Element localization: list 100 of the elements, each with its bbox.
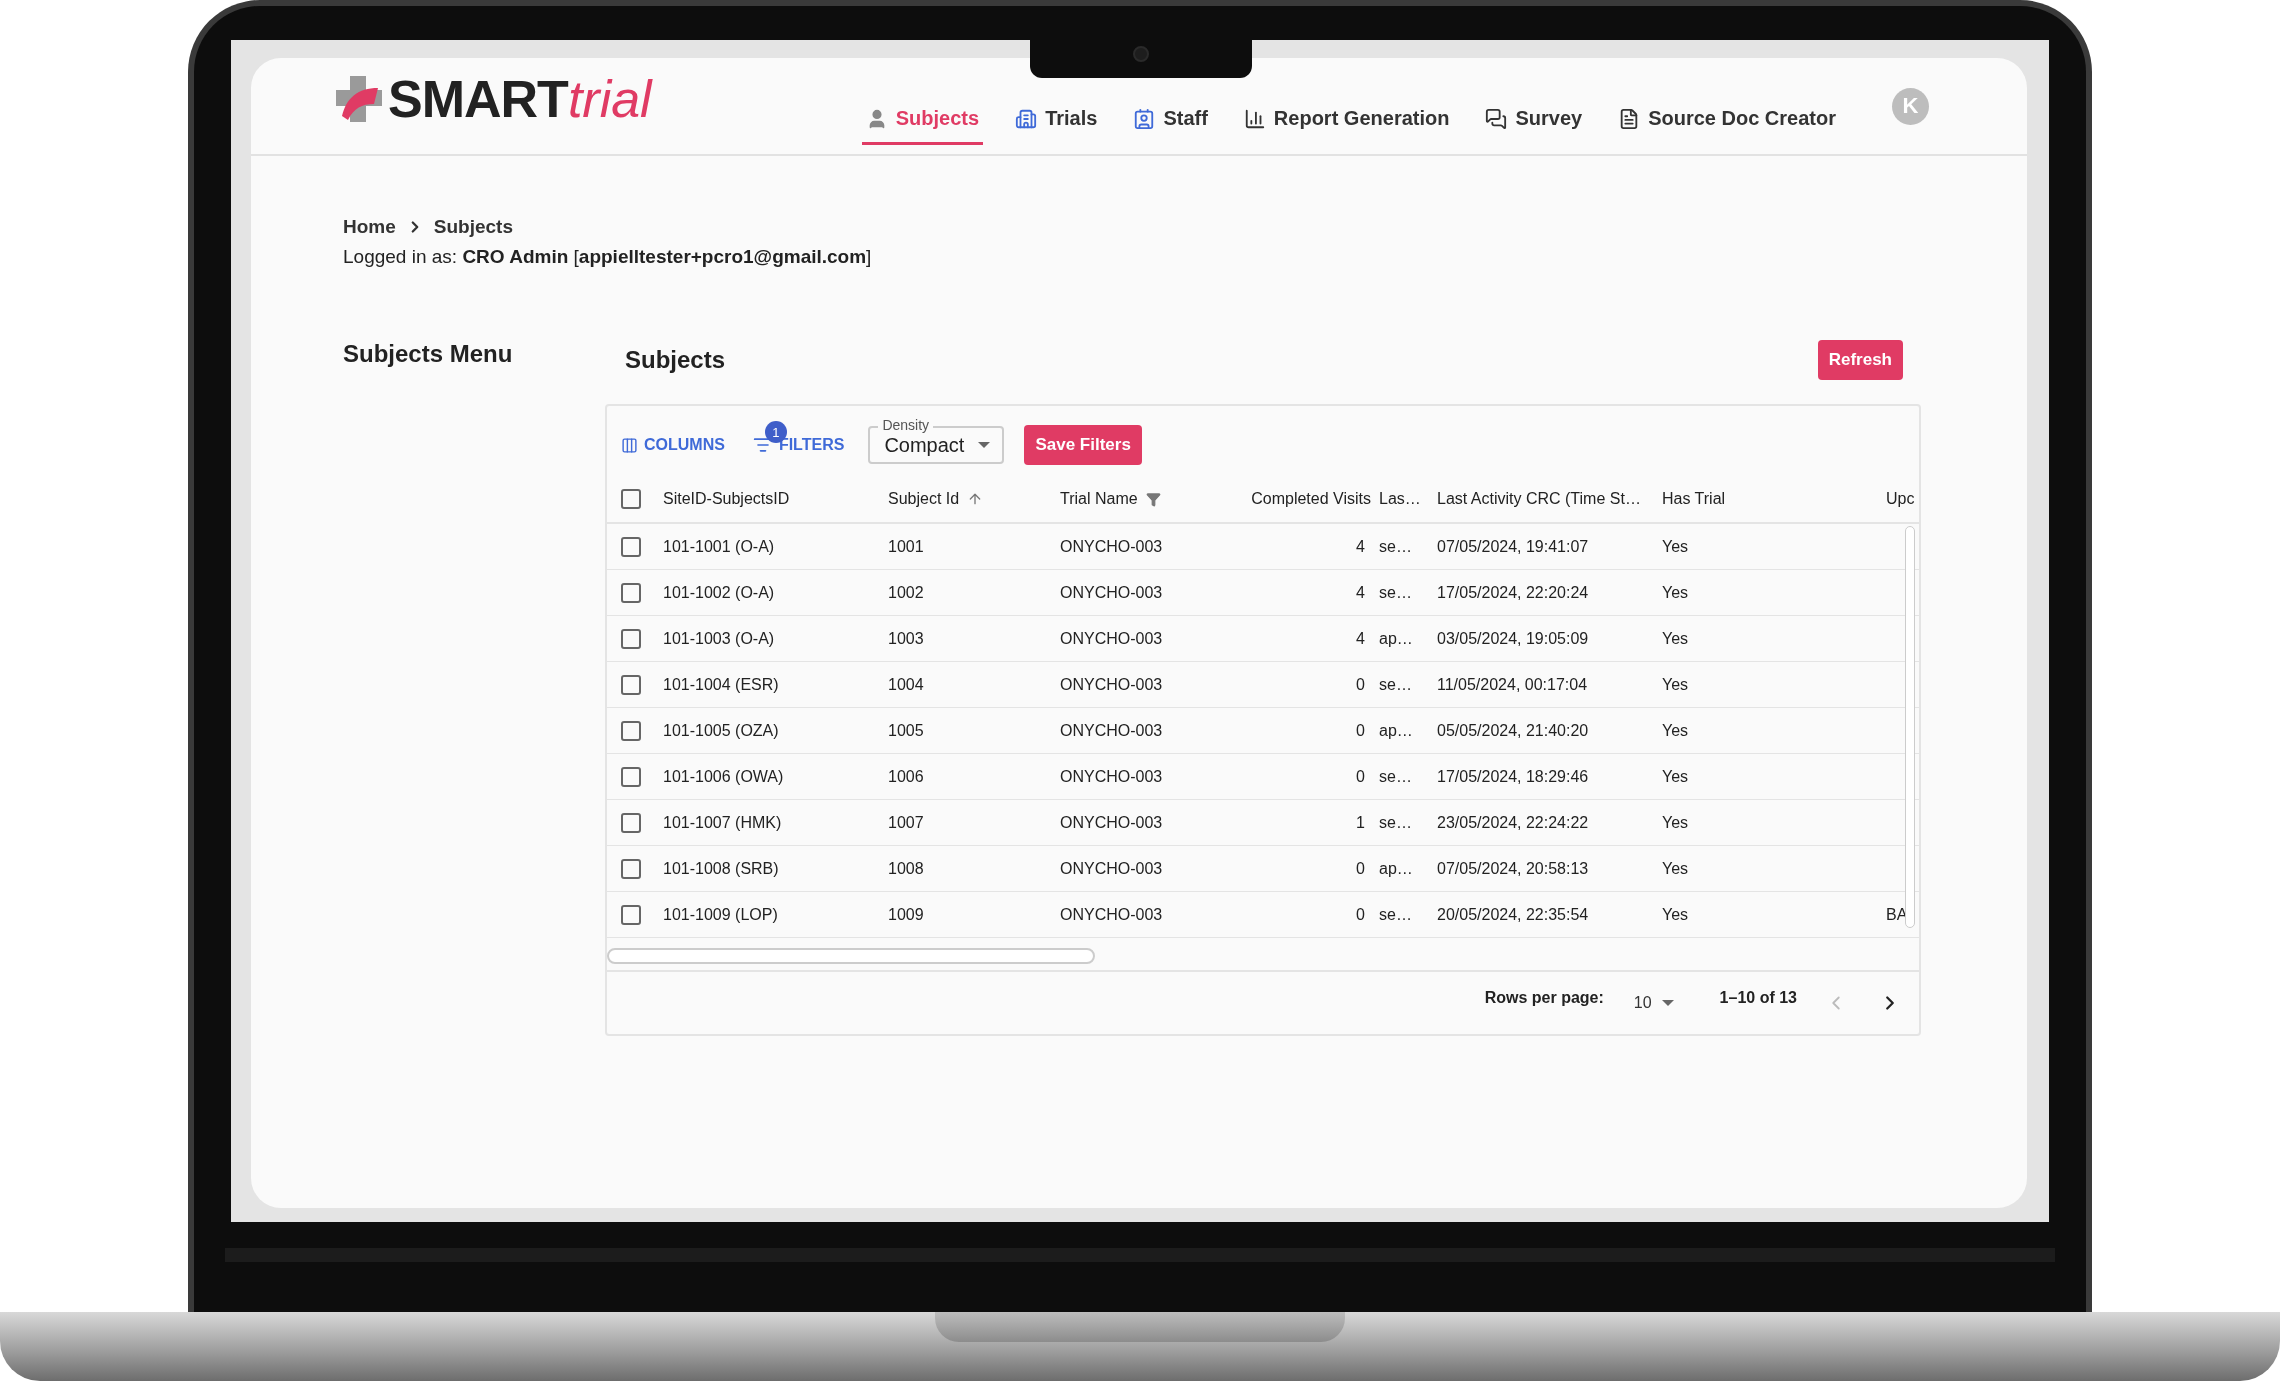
columns-icon xyxy=(621,436,638,454)
table-cell-text: ONYCHO-003 xyxy=(1060,813,1164,832)
filter-icon[interactable] xyxy=(1145,491,1161,507)
rows-per-page-select[interactable]: 10 xyxy=(1627,993,1680,1013)
table-cell-text: 0 xyxy=(1355,905,1366,924)
table-cell-text: 03/05/2024, 19:05:09 xyxy=(1437,629,1590,648)
nav-tab[interactable]: Subjects xyxy=(861,95,984,145)
save-filters-button[interactable]: Save Filters xyxy=(1024,425,1142,465)
table-cell-text: ONYCHO-003 xyxy=(1060,721,1164,740)
table-cell-text: 07/05/2024, 19:41:07 xyxy=(1437,537,1590,556)
column-header[interactable]: SiteID-SubjectsID xyxy=(663,490,888,508)
table-cell-text: 101-1007 (HMK) xyxy=(663,813,783,832)
table-cell-text: ONYCHO-003 xyxy=(1060,583,1164,602)
table-cell-text: 1006 xyxy=(888,767,925,786)
table-cell-text: 4 xyxy=(1355,537,1366,556)
logo-suffix: trial xyxy=(567,69,652,129)
table-cell-text: 0 xyxy=(1355,721,1366,740)
caret-icon xyxy=(1661,1000,1674,1006)
table-cell-text: 1008 xyxy=(888,859,925,878)
table-cell-text: 17/05/2024, 18:29:46 xyxy=(1437,767,1590,786)
table-cell-text: 05/05/2024, 21:40:20 xyxy=(1437,721,1590,740)
table-cell-text: 4 xyxy=(1355,583,1366,602)
density-label: Density xyxy=(878,417,934,433)
table-cell-text: 17/05/2024, 22:20:24 xyxy=(1437,583,1590,602)
row-checkbox[interactable] xyxy=(621,628,641,649)
row-checkbox[interactable] xyxy=(621,812,641,833)
column-header[interactable]: Upc xyxy=(1886,490,1919,508)
login-info: Logged in as: CRO Admin [appielltester+pcro1@gmail.com] xyxy=(343,246,873,268)
horizontal-scrollbar[interactable] xyxy=(607,948,1095,964)
column-header[interactable]: Completed Visits xyxy=(1233,490,1379,508)
row-checkbox[interactable] xyxy=(621,720,641,741)
table-cell-text: 20/05/2024, 22:35:54 xyxy=(1437,905,1590,924)
table-cell-text: 0 xyxy=(1355,767,1366,786)
table-cell-text: 1003 xyxy=(888,629,925,648)
table-cell-text: Yes xyxy=(1662,767,1690,786)
logo-text: SMART xyxy=(388,69,568,129)
columns-button[interactable]: COLUMNS xyxy=(617,432,729,458)
table-cell-text: Yes xyxy=(1662,905,1690,924)
column-header[interactable]: Has Trial xyxy=(1662,490,1886,508)
column-header[interactable]: Trial Name xyxy=(1060,490,1138,508)
table-cell-text: 101-1002 (O-A) xyxy=(663,583,776,602)
table-cell-text: Yes xyxy=(1662,537,1690,556)
row-checkbox[interactable] xyxy=(621,766,641,787)
column-header[interactable]: Last Activity CRC (Time St… xyxy=(1437,490,1662,508)
column-header[interactable]: Las… xyxy=(1379,490,1437,508)
table-cell-text: se… xyxy=(1379,583,1413,602)
table-cell-text: 0 xyxy=(1355,859,1366,878)
table-cell-text: 1007 xyxy=(888,813,925,832)
table-cell-text: ONYCHO-003 xyxy=(1060,767,1164,786)
row-checkbox[interactable] xyxy=(621,582,641,603)
table-cell-text: Yes xyxy=(1662,675,1690,694)
page-range: 1–10 of 13 xyxy=(1719,989,1797,1007)
cross-logo-icon xyxy=(336,76,382,122)
nav-tab[interactable]: Staff xyxy=(1129,95,1212,145)
table-cell-text: ONYCHO-003 xyxy=(1060,905,1164,924)
table-cell-text: 1002 xyxy=(888,583,925,602)
table-cell-text: se… xyxy=(1379,767,1413,786)
nav-tab[interactable]: Source Doc Creator xyxy=(1614,95,1840,145)
row-checkbox[interactable] xyxy=(621,904,641,925)
table-cell-text: 1004 xyxy=(888,675,925,694)
table-cell-text: 101-1009 (LOP) xyxy=(663,905,779,924)
table-cell-text: ONYCHO-003 xyxy=(1060,859,1164,878)
table-cell-text: 1 xyxy=(1355,813,1366,832)
table-cell-text: Yes xyxy=(1662,721,1690,740)
nav-tab[interactable]: Survey xyxy=(1481,95,1587,145)
table-cell-text: Yes xyxy=(1662,583,1690,602)
table-cell-text: ap… xyxy=(1379,629,1414,648)
row-checkbox[interactable] xyxy=(621,536,641,557)
table-cell-text: 1001 xyxy=(888,537,925,556)
table-cell-text: 0 xyxy=(1355,675,1366,694)
row-checkbox[interactable] xyxy=(621,674,641,695)
refresh-button[interactable]: Refresh xyxy=(1817,340,1903,380)
caret-icon xyxy=(978,442,991,448)
table-cell-text: 11/05/2024, 00:17:04 xyxy=(1437,675,1589,694)
row-checkbox[interactable] xyxy=(621,858,641,879)
table-cell-text: 101-1001 (O-A) xyxy=(663,537,776,556)
rows-per-page-label: Rows per page: xyxy=(1484,989,1604,1007)
table-cell-text: ONYCHO-003 xyxy=(1060,629,1164,648)
table-cell-text: 101-1006 (OWA) xyxy=(663,767,785,786)
table-cell-text: 1009 xyxy=(888,905,925,924)
table-cell-text: se… xyxy=(1379,813,1413,832)
table-cell-text: ONYCHO-003 xyxy=(1060,675,1164,694)
nav-tab[interactable]: Trials xyxy=(1011,95,1102,145)
current-page-label: Subjects xyxy=(433,216,513,238)
id-card-icon xyxy=(1133,107,1156,130)
table-cell-text: 07/05/2024, 20:58:13 xyxy=(1437,859,1590,878)
table-cell-text: ap… xyxy=(1379,721,1414,740)
select-all-checkbox[interactable] xyxy=(621,489,641,509)
table-cell-text: ap… xyxy=(1379,859,1414,878)
table-cell-text: 101-1003 (O-A) xyxy=(663,629,776,648)
table-cell-text: 23/05/2024, 22:24:22 xyxy=(1437,813,1590,832)
column-header[interactable]: Subject Id xyxy=(888,490,960,508)
table-cell-text: Yes xyxy=(1662,629,1690,648)
table-cell-text: se… xyxy=(1379,905,1413,924)
table-cell-text: 101-1005 (OZA) xyxy=(663,721,780,740)
breadcrumb-link[interactable]: Home xyxy=(343,216,396,238)
page-title: Subjects xyxy=(625,346,726,374)
nav-tab[interactable]: Report Generation xyxy=(1239,95,1454,145)
vertical-scrollbar[interactable] xyxy=(1905,526,1915,928)
building-icon xyxy=(1015,107,1038,130)
